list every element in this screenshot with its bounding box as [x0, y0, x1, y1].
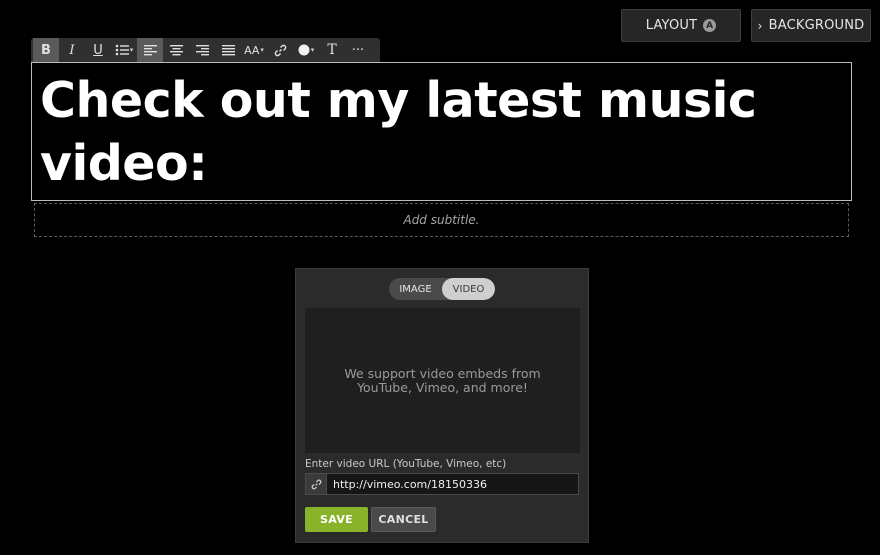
- list-button[interactable]: ▾: [111, 38, 137, 62]
- color-circle-icon: [298, 44, 310, 56]
- font-size-icon: AA: [244, 43, 260, 57]
- layout-label: LAYOUT: [645, 18, 698, 33]
- chevron-right-icon: ›: [757, 18, 763, 33]
- underline-button[interactable]: U: [85, 38, 111, 62]
- video-preview: We support video embeds from YouTube, Vi…: [305, 308, 580, 453]
- align-center-button[interactable]: [163, 38, 189, 62]
- link-icon: [311, 479, 321, 489]
- text-format-button[interactable]: T: [319, 38, 345, 62]
- layout-button[interactable]: LAYOUT A: [621, 9, 741, 42]
- align-right-button[interactable]: [189, 38, 215, 62]
- font-size-button[interactable]: AA ▾: [241, 38, 267, 62]
- align-justify-icon: [221, 44, 235, 55]
- align-right-icon: [195, 44, 209, 55]
- chevron-down-icon: ▾: [129, 46, 134, 54]
- link-icon: [274, 44, 286, 56]
- url-field-group: [305, 473, 579, 495]
- preview-message: We support video embeds from YouTube, Vi…: [344, 365, 541, 395]
- italic-button[interactable]: I: [59, 38, 85, 62]
- align-center-icon: [169, 44, 183, 55]
- align-left-button[interactable]: [137, 38, 163, 62]
- video-url-input[interactable]: [327, 474, 578, 494]
- chevron-down-icon: ▾: [310, 46, 315, 54]
- tab-image[interactable]: IMAGE: [389, 278, 442, 300]
- text-color-button[interactable]: ▾: [293, 38, 319, 62]
- tab-video[interactable]: VIDEO: [442, 278, 495, 300]
- layout-badge: A: [703, 19, 717, 32]
- media-panel: IMAGE VIDEO We support video embeds from…: [295, 268, 589, 543]
- url-link-icon-cell: [306, 474, 327, 494]
- title-editor[interactable]: Check out my latest music video:: [31, 62, 852, 201]
- subtitle-field[interactable]: Add subtitle.: [34, 203, 849, 237]
- list-icon: [115, 44, 129, 56]
- page-title[interactable]: Check out my latest music video:: [40, 69, 843, 195]
- media-type-toggle: IMAGE VIDEO: [389, 278, 495, 300]
- save-button[interactable]: SAVE: [305, 507, 368, 532]
- justify-button[interactable]: [215, 38, 241, 62]
- background-label: BACKGROUND: [768, 18, 865, 33]
- format-toolbar: B I U ▾ AA ▾ ▾ T ···: [31, 38, 380, 62]
- url-label: Enter video URL (YouTube, Vimeo, etc): [305, 458, 507, 470]
- chevron-down-icon: ▾: [260, 46, 264, 54]
- cancel-button[interactable]: CANCEL: [371, 507, 436, 532]
- background-button[interactable]: › BACKGROUND: [751, 9, 871, 42]
- link-button[interactable]: [267, 38, 293, 62]
- bold-button[interactable]: B: [33, 38, 59, 62]
- more-options-button[interactable]: ···: [345, 38, 371, 62]
- align-left-icon: [143, 44, 157, 55]
